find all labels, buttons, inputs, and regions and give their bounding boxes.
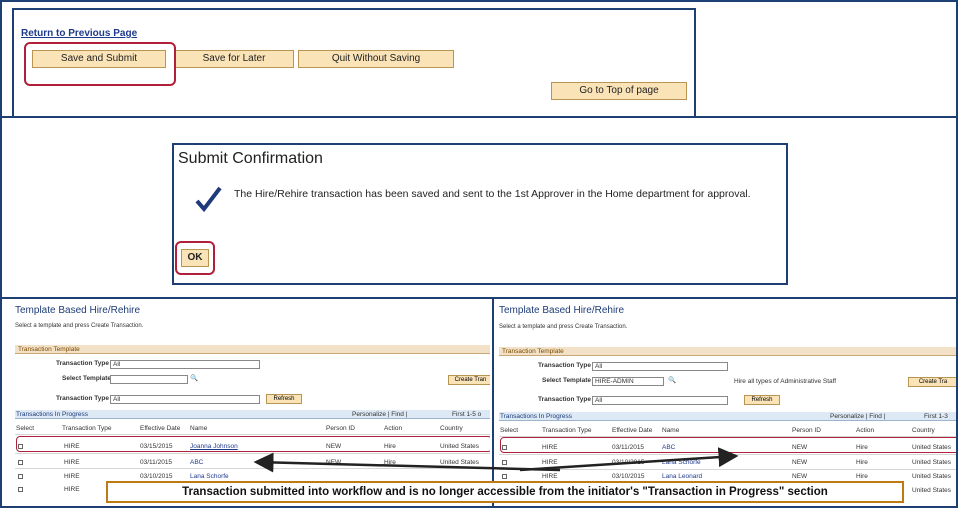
right-template-input[interactable]: HIRE-ADMIN	[592, 377, 664, 386]
row-checkbox[interactable]	[18, 460, 23, 465]
return-link[interactable]: Return to Previous Page	[21, 28, 137, 39]
annotation-banner: Transaction submitted into workflow and …	[106, 481, 904, 503]
right-filter-label: Transaction Type	[538, 396, 591, 403]
row-separator	[499, 469, 956, 470]
panel-divider	[492, 299, 494, 508]
left-type-select[interactable]: All	[110, 360, 260, 369]
right-row-highlight	[500, 437, 956, 453]
left-panel: Template Based Hire/Rehire Select a temp…	[12, 303, 490, 503]
right-type-label: Transaction Type	[538, 362, 591, 369]
right-type-select[interactable]: All	[592, 362, 728, 371]
left-template-section: Transaction Template	[18, 346, 80, 353]
left-refresh-button[interactable]: Refresh	[266, 394, 302, 404]
row-checkbox[interactable]	[18, 487, 23, 492]
left-pager[interactable]: First 1-5 o	[452, 411, 481, 418]
row-checkbox[interactable]	[502, 474, 507, 479]
right-title: Template Based Hire/Rehire	[499, 305, 625, 316]
row-separator	[15, 468, 490, 469]
right-pager[interactable]: First 1-3	[924, 413, 948, 420]
left-filter-select[interactable]: All	[110, 395, 260, 404]
right-filter-select[interactable]: All	[592, 396, 728, 405]
ok-highlight	[175, 241, 215, 275]
left-template-bar	[15, 345, 490, 354]
right-template-section: Transaction Template	[502, 348, 564, 355]
checkmark-icon	[194, 185, 222, 218]
left-filter-label: Transaction Type	[56, 395, 109, 402]
confirmation-message: The Hire/Rehire transaction has been sav…	[234, 188, 751, 200]
right-select-template-label: Select Template	[542, 377, 592, 384]
quit-without-saving-button[interactable]: Quit Without Saving	[298, 50, 454, 68]
left-grid-tools[interactable]: Personalize | Find |	[352, 411, 407, 418]
left-type-label: Transaction Type	[56, 360, 109, 367]
right-template-bar	[499, 347, 956, 356]
right-template-desc: Hire all types of Administrative Staff	[734, 378, 837, 385]
go-to-top-button[interactable]: Go to Top of page	[551, 82, 687, 100]
right-lookup-icon[interactable]: 🔍	[668, 376, 676, 384]
top-panel: Return to Previous Page Save and Submit …	[12, 8, 696, 118]
row-checkbox[interactable]	[18, 474, 23, 479]
confirmation-title: Submit Confirmation	[178, 150, 323, 167]
right-progress-section: Transactions In Progress	[500, 413, 573, 420]
right-create-button[interactable]: Create Tra	[908, 377, 956, 387]
right-refresh-button[interactable]: Refresh	[744, 395, 780, 405]
left-template-input[interactable]	[110, 375, 188, 384]
row-checkbox[interactable]	[502, 460, 507, 465]
divider-line	[0, 116, 12, 118]
divider-line-right	[694, 116, 958, 118]
confirmation-panel: Submit Confirmation The Hire/Rehire tran…	[172, 143, 788, 285]
left-instruction: Select a template and press Create Trans…	[15, 323, 144, 329]
row-separator	[499, 454, 956, 455]
save-submit-highlight	[24, 42, 176, 86]
left-progress-section: Transactions In Progress	[16, 411, 89, 418]
row-separator	[15, 453, 490, 454]
left-lookup-icon[interactable]: 🔍	[190, 374, 198, 382]
left-select-template-label: Select Template	[62, 375, 112, 382]
row-separator	[15, 434, 490, 435]
save-for-later-button[interactable]: Save for Later	[174, 50, 294, 68]
right-grid-tools[interactable]: Personalize | Find |	[830, 413, 885, 420]
left-create-button[interactable]: Create Tran	[448, 375, 490, 385]
divider-line-bottom	[0, 297, 958, 299]
left-row-highlight	[16, 436, 490, 452]
right-instruction: Select a template and press Create Trans…	[499, 324, 628, 330]
right-panel: Template Based Hire/Rehire Select a temp…	[496, 303, 956, 503]
left-title: Template Based Hire/Rehire	[15, 305, 141, 316]
